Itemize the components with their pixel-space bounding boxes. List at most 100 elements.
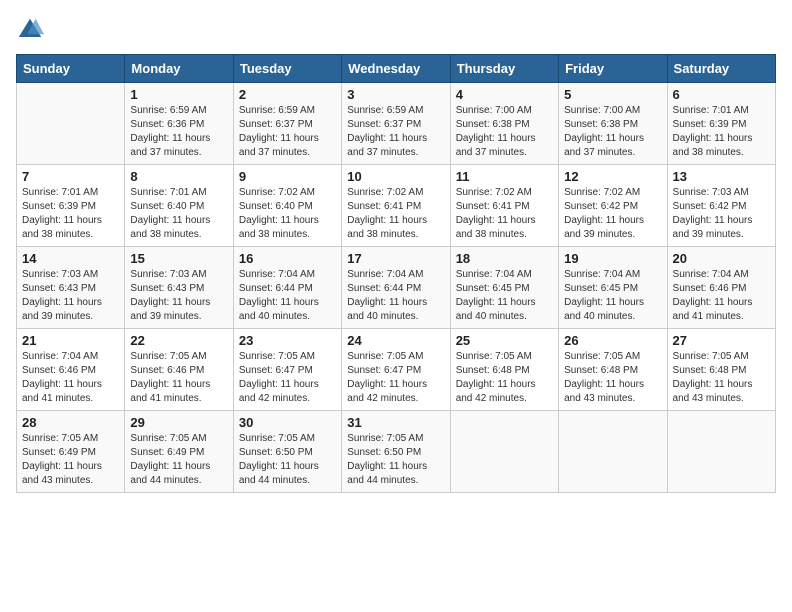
day-cell: 19Sunrise: 7:04 AM Sunset: 6:45 PM Dayli…	[559, 247, 667, 329]
day-number: 23	[239, 333, 336, 348]
day-number: 9	[239, 169, 336, 184]
day-info: Sunrise: 7:01 AM Sunset: 6:39 PM Dayligh…	[22, 186, 119, 242]
day-number: 18	[456, 251, 553, 266]
day-number: 27	[673, 333, 770, 348]
header-monday: Monday	[125, 55, 233, 83]
day-info: Sunrise: 7:03 AM Sunset: 6:43 PM Dayligh…	[130, 268, 227, 324]
day-info: Sunrise: 7:01 AM Sunset: 6:39 PM Dayligh…	[673, 104, 770, 160]
day-info: Sunrise: 7:04 AM Sunset: 6:44 PM Dayligh…	[347, 268, 444, 324]
day-number: 12	[564, 169, 661, 184]
day-info: Sunrise: 7:05 AM Sunset: 6:46 PM Dayligh…	[130, 350, 227, 406]
day-cell: 20 Sunrise: 7:04 AM Sunset: 6:46 PM Dayli…	[667, 247, 775, 329]
day-number: 22	[130, 333, 227, 348]
day-cell: 29 Sunrise: 7:05 AM Sunset: 6:49 PM Dayli…	[125, 411, 233, 493]
page-header	[16, 16, 776, 44]
week-row-5: 28 Sunrise: 7:05 AM Sunset: 6:49 PM Dayli…	[17, 411, 776, 493]
day-number: 28	[22, 415, 119, 430]
day-number: 24	[347, 333, 444, 348]
day-number: 4	[456, 87, 553, 102]
day-info: Sunrise: 7:05 AM Sunset: 6:48 PM Dayligh…	[564, 350, 661, 406]
day-number: 20	[673, 251, 770, 266]
day-cell	[667, 411, 775, 493]
day-number: 1	[130, 87, 227, 102]
week-row-1: 1Sunrise: 6:59 AM Sunset: 6:36 PM Daylig…	[17, 83, 776, 165]
day-number: 3	[347, 87, 444, 102]
day-info: Sunrise: 7:02 AM Sunset: 6:40 PM Dayligh…	[239, 186, 336, 242]
day-cell: 30 Sunrise: 7:05 AM Sunset: 6:50 PM Dayli…	[233, 411, 341, 493]
day-cell: 11 Sunrise: 7:02 AM Sunset: 6:41 PM Dayli…	[450, 165, 558, 247]
day-cell: 5Sunrise: 7:00 AM Sunset: 6:38 PM Daylig…	[559, 83, 667, 165]
day-cell: 8Sunrise: 7:01 AM Sunset: 6:40 PM Daylig…	[125, 165, 233, 247]
day-cell: 25Sunrise: 7:05 AM Sunset: 6:48 PM Dayli…	[450, 329, 558, 411]
day-number: 15	[130, 251, 227, 266]
day-cell	[450, 411, 558, 493]
day-number: 13	[673, 169, 770, 184]
day-cell: 28 Sunrise: 7:05 AM Sunset: 6:49 PM Dayli…	[17, 411, 125, 493]
day-info: Sunrise: 6:59 AM Sunset: 6:37 PM Dayligh…	[239, 104, 336, 160]
day-number: 7	[22, 169, 119, 184]
day-cell: 24 Sunrise: 7:05 AM Sunset: 6:47 PM Dayli…	[342, 329, 450, 411]
day-number: 14	[22, 251, 119, 266]
header-saturday: Saturday	[667, 55, 775, 83]
day-info: Sunrise: 7:05 AM Sunset: 6:49 PM Dayligh…	[130, 432, 227, 488]
day-cell: 18 Sunrise: 7:04 AM Sunset: 6:45 PM Dayli…	[450, 247, 558, 329]
day-info: Sunrise: 7:02 AM Sunset: 6:42 PM Dayligh…	[564, 186, 661, 242]
day-info: Sunrise: 7:05 AM Sunset: 6:50 PM Dayligh…	[347, 432, 444, 488]
day-info: Sunrise: 7:03 AM Sunset: 6:42 PM Dayligh…	[673, 186, 770, 242]
day-cell: 4 Sunrise: 7:00 AM Sunset: 6:38 PM Daylig…	[450, 83, 558, 165]
day-info: Sunrise: 7:00 AM Sunset: 6:38 PM Dayligh…	[456, 104, 553, 160]
day-number: 2	[239, 87, 336, 102]
day-cell: 2 Sunrise: 6:59 AM Sunset: 6:37 PM Daylig…	[233, 83, 341, 165]
day-number: 29	[130, 415, 227, 430]
day-cell: 9 Sunrise: 7:02 AM Sunset: 6:40 PM Daylig…	[233, 165, 341, 247]
day-info: Sunrise: 6:59 AM Sunset: 6:37 PM Dayligh…	[347, 104, 444, 160]
day-cell: 15 Sunrise: 7:03 AM Sunset: 6:43 PM Dayli…	[125, 247, 233, 329]
day-cell: 23 Sunrise: 7:05 AM Sunset: 6:47 PM Dayli…	[233, 329, 341, 411]
day-info: Sunrise: 7:01 AM Sunset: 6:40 PM Dayligh…	[130, 186, 227, 242]
day-cell: 6 Sunrise: 7:01 AM Sunset: 6:39 PM Daylig…	[667, 83, 775, 165]
day-info: Sunrise: 7:04 AM Sunset: 6:44 PM Dayligh…	[239, 268, 336, 324]
week-row-3: 14 Sunrise: 7:03 AM Sunset: 6:43 PM Dayli…	[17, 247, 776, 329]
day-cell: 12 Sunrise: 7:02 AM Sunset: 6:42 PM Dayli…	[559, 165, 667, 247]
day-cell: 27 Sunrise: 7:05 AM Sunset: 6:48 PM Dayli…	[667, 329, 775, 411]
day-number: 11	[456, 169, 553, 184]
day-number: 30	[239, 415, 336, 430]
day-cell: 3 Sunrise: 6:59 AM Sunset: 6:37 PM Daylig…	[342, 83, 450, 165]
day-cell: 7 Sunrise: 7:01 AM Sunset: 6:39 PM Daylig…	[17, 165, 125, 247]
header-wednesday: Wednesday	[342, 55, 450, 83]
header-friday: Friday	[559, 55, 667, 83]
day-info: Sunrise: 7:05 AM Sunset: 6:48 PM Dayligh…	[456, 350, 553, 406]
day-info: Sunrise: 7:04 AM Sunset: 6:46 PM Dayligh…	[22, 350, 119, 406]
day-number: 6	[673, 87, 770, 102]
day-info: Sunrise: 7:05 AM Sunset: 6:48 PM Dayligh…	[673, 350, 770, 406]
day-cell: 14 Sunrise: 7:03 AM Sunset: 6:43 PM Dayli…	[17, 247, 125, 329]
day-info: Sunrise: 7:05 AM Sunset: 6:47 PM Dayligh…	[347, 350, 444, 406]
day-cell: 13 Sunrise: 7:03 AM Sunset: 6:42 PM Dayli…	[667, 165, 775, 247]
day-cell	[559, 411, 667, 493]
day-info: Sunrise: 7:05 AM Sunset: 6:50 PM Dayligh…	[239, 432, 336, 488]
day-info: Sunrise: 7:03 AM Sunset: 6:43 PM Dayligh…	[22, 268, 119, 324]
day-cell: 31Sunrise: 7:05 AM Sunset: 6:50 PM Dayli…	[342, 411, 450, 493]
day-info: Sunrise: 7:05 AM Sunset: 6:47 PM Dayligh…	[239, 350, 336, 406]
day-cell: 10 Sunrise: 7:02 AM Sunset: 6:41 PM Dayli…	[342, 165, 450, 247]
day-cell: 16 Sunrise: 7:04 AM Sunset: 6:44 PM Dayli…	[233, 247, 341, 329]
day-number: 26	[564, 333, 661, 348]
day-info: Sunrise: 7:04 AM Sunset: 6:45 PM Dayligh…	[564, 268, 661, 324]
day-info: Sunrise: 7:04 AM Sunset: 6:45 PM Dayligh…	[456, 268, 553, 324]
day-cell: 26 Sunrise: 7:05 AM Sunset: 6:48 PM Dayli…	[559, 329, 667, 411]
day-info: Sunrise: 7:02 AM Sunset: 6:41 PM Dayligh…	[347, 186, 444, 242]
day-cell: 17Sunrise: 7:04 AM Sunset: 6:44 PM Dayli…	[342, 247, 450, 329]
day-info: Sunrise: 7:02 AM Sunset: 6:41 PM Dayligh…	[456, 186, 553, 242]
day-info: Sunrise: 7:00 AM Sunset: 6:38 PM Dayligh…	[564, 104, 661, 160]
logo-icon	[16, 16, 44, 44]
logo	[16, 16, 48, 44]
day-cell: 22 Sunrise: 7:05 AM Sunset: 6:46 PM Dayli…	[125, 329, 233, 411]
day-info: Sunrise: 7:04 AM Sunset: 6:46 PM Dayligh…	[673, 268, 770, 324]
week-row-4: 21 Sunrise: 7:04 AM Sunset: 6:46 PM Dayli…	[17, 329, 776, 411]
day-info: Sunrise: 7:05 AM Sunset: 6:49 PM Dayligh…	[22, 432, 119, 488]
day-number: 10	[347, 169, 444, 184]
calendar-header-row: SundayMondayTuesdayWednesdayThursdayFrid…	[17, 55, 776, 83]
day-number: 16	[239, 251, 336, 266]
day-number: 21	[22, 333, 119, 348]
header-thursday: Thursday	[450, 55, 558, 83]
